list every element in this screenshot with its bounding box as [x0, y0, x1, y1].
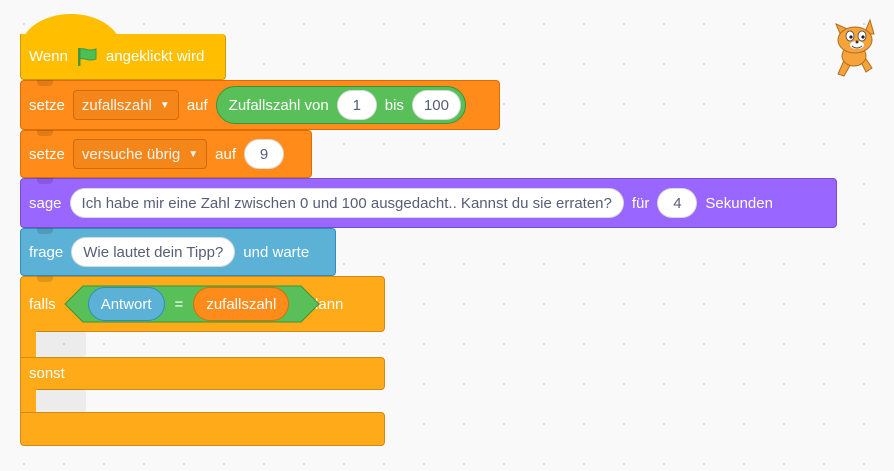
set-label: setze — [29, 96, 65, 114]
variable-dropdown[interactable]: versuche übrig ▼ — [72, 139, 208, 169]
question-input[interactable]: Wie lautet dein Tipp? — [71, 237, 236, 267]
block-notch — [37, 80, 53, 86]
variable-dropdown-value: zufallszahl — [81, 96, 152, 114]
set-label: setze — [29, 145, 65, 163]
random-label: Zufallszahl von — [228, 96, 329, 114]
block-notch — [37, 276, 53, 282]
to-label: auf — [186, 96, 208, 114]
seconds-unit-label: Sekunden — [705, 194, 773, 212]
if-else-arm-bottom — [20, 389, 36, 413]
if-else-block[interactable]: falls Antwort = zufallszahl , dann — [20, 276, 385, 332]
if-else-footer — [20, 412, 385, 446]
equals-operator-content: Antwort = zufallszahl — [87, 287, 290, 321]
ask-label: frage — [29, 243, 64, 261]
if-label: falls — [29, 295, 56, 313]
variable-dropdown-value: versuche übrig — [81, 145, 181, 163]
block-notch — [37, 228, 53, 234]
block-notch — [37, 130, 53, 136]
wait-label: und warte — [243, 243, 310, 261]
variable-dropdown[interactable]: zufallszahl ▼ — [72, 90, 179, 120]
clicked-label: angeklickt wird — [105, 48, 205, 65]
if-else-arm-top — [20, 331, 36, 358]
set-random-variable-block[interactable]: setze zufallszahl ▼ auf Zufallszahl von … — [20, 80, 500, 130]
between-label: bis — [384, 96, 404, 114]
to-label: auf — [215, 145, 237, 163]
when-flag-clicked-block[interactable]: Wenn angeklickt wird — [20, 34, 226, 80]
random-from-input[interactable]: 1 — [336, 90, 377, 120]
equals-operator[interactable]: Antwort = zufallszahl — [63, 285, 320, 323]
dropdown-arrow-icon: ▼ — [188, 148, 199, 160]
set-attempts-variable-block[interactable]: setze versuche übrig ▼ auf 9 — [20, 130, 312, 178]
answer-reporter[interactable]: Antwort — [87, 287, 165, 321]
say-for-seconds-block[interactable]: sage Ich habe mir eine Zahl zwischen 0 u… — [20, 178, 837, 228]
when-label: Wenn — [29, 48, 68, 65]
else-branch-slot[interactable] — [36, 389, 86, 413]
random-variable-reporter[interactable]: zufallszahl — [193, 287, 290, 321]
seconds-input[interactable]: 4 — [657, 188, 698, 218]
else-section: sonst — [20, 357, 385, 390]
random-to-input[interactable]: 100 — [411, 90, 461, 120]
block-notch — [37, 178, 53, 184]
scratch-cat-icon — [830, 16, 882, 87]
if-branch-slot[interactable] — [36, 331, 86, 358]
random-number-reporter[interactable]: Zufallszahl von 1 bis 100 — [215, 86, 466, 124]
ask-and-wait-block[interactable]: frage Wie lautet dein Tipp? und warte — [20, 228, 336, 276]
say-label: sage — [29, 194, 62, 212]
green-flag-icon — [76, 46, 98, 68]
dropdown-arrow-icon: ▼ — [159, 99, 170, 111]
for-label: für — [631, 194, 650, 212]
else-label: sonst — [29, 365, 65, 382]
message-input[interactable]: Ich habe mir eine Zahl zwischen 0 und 10… — [69, 188, 624, 218]
value-input[interactable]: 9 — [244, 139, 285, 169]
equals-sign: = — [174, 295, 184, 313]
